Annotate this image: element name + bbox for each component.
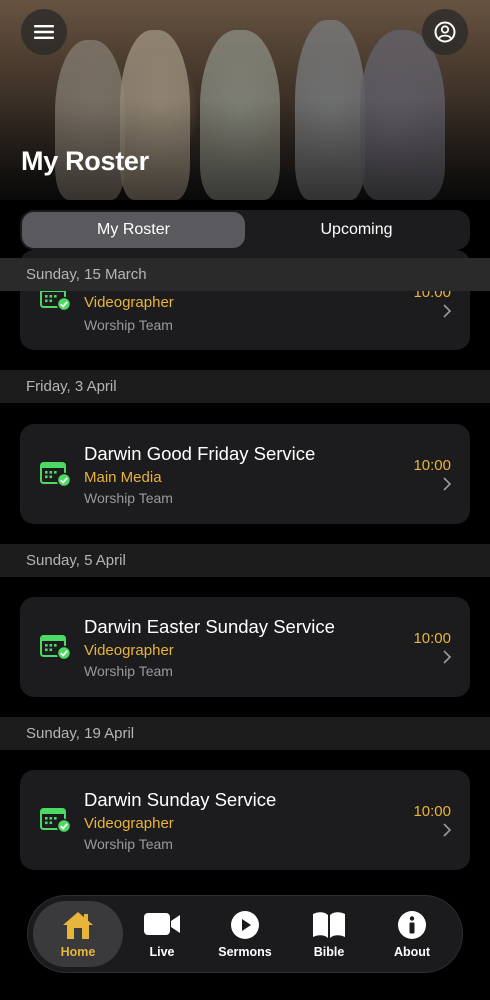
event-team: Worship Team (84, 836, 173, 852)
calendar-check-icon (40, 808, 72, 834)
tab-about[interactable]: About (367, 901, 457, 967)
date-section-header: Friday, 3 April (0, 370, 490, 403)
hero-person-shape (295, 20, 365, 200)
tab-sermons[interactable]: Sermons (200, 901, 290, 967)
tab-my-roster[interactable]: My Roster (22, 212, 245, 248)
page-title: My Roster (21, 146, 149, 176)
tab-bible[interactable]: Bible (284, 901, 374, 967)
tab-label: Home (60, 945, 96, 959)
info-circle-icon (398, 911, 426, 939)
event-time: 10:00 (413, 630, 451, 647)
event-team: Worship Team (84, 663, 173, 679)
roster-segmented-control: My Roster Upcoming (20, 210, 470, 250)
calendar-check-icon (40, 635, 72, 661)
tab-label: About (393, 945, 431, 959)
roster-event-card[interactable]: Darwin Easter Sunday Service Videographe… (20, 597, 470, 697)
event-team: Worship Team (84, 317, 173, 333)
hamburger-menu-icon (34, 25, 54, 39)
event-role: Main Media (84, 469, 162, 486)
roster-event-card[interactable]: Darwin Good Friday Service Main Media Wo… (20, 424, 470, 524)
hero-person-shape (360, 30, 445, 200)
tab-label: Sermons (218, 945, 272, 959)
tab-home[interactable]: Home (33, 901, 123, 967)
event-time: 10:00 (413, 457, 451, 474)
event-title: Darwin Sunday Service (84, 789, 277, 810)
event-role: Videographer (84, 294, 174, 311)
tab-label: Live (149, 945, 175, 959)
chevron-right-icon (443, 650, 452, 664)
tab-label: Bible (313, 945, 345, 959)
date-section-header: Sunday, 5 April (0, 544, 490, 577)
user-circle-icon (434, 21, 456, 43)
book-icon (313, 912, 345, 938)
roster-event-card[interactable]: Darwin Sunday Service Videographer Worsh… (20, 770, 470, 870)
home-icon (63, 912, 93, 939)
date-section-header: Sunday, 19 April (0, 717, 490, 750)
event-team: Worship Team (84, 490, 173, 506)
date-section-header: Sunday, 15 March (0, 258, 490, 291)
play-circle-icon (231, 911, 259, 939)
bottom-tab-bar: Home Live Sermons Bible About (27, 895, 463, 973)
chevron-right-icon (443, 304, 452, 318)
event-role: Videographer (84, 642, 174, 659)
event-role: Videographer (84, 815, 174, 832)
tab-live[interactable]: Live (117, 901, 207, 967)
profile-button[interactable] (422, 9, 468, 55)
event-title: Darwin Easter Sunday Service (84, 616, 335, 637)
hero-person-shape (200, 30, 280, 200)
tab-upcoming[interactable]: Upcoming (245, 212, 468, 248)
menu-button[interactable] (21, 9, 67, 55)
chevron-right-icon (443, 823, 452, 837)
chevron-right-icon (443, 477, 452, 491)
calendar-check-icon (40, 462, 72, 488)
event-time: 10:00 (413, 803, 451, 820)
event-title: Darwin Good Friday Service (84, 443, 316, 464)
video-camera-icon (144, 913, 180, 935)
